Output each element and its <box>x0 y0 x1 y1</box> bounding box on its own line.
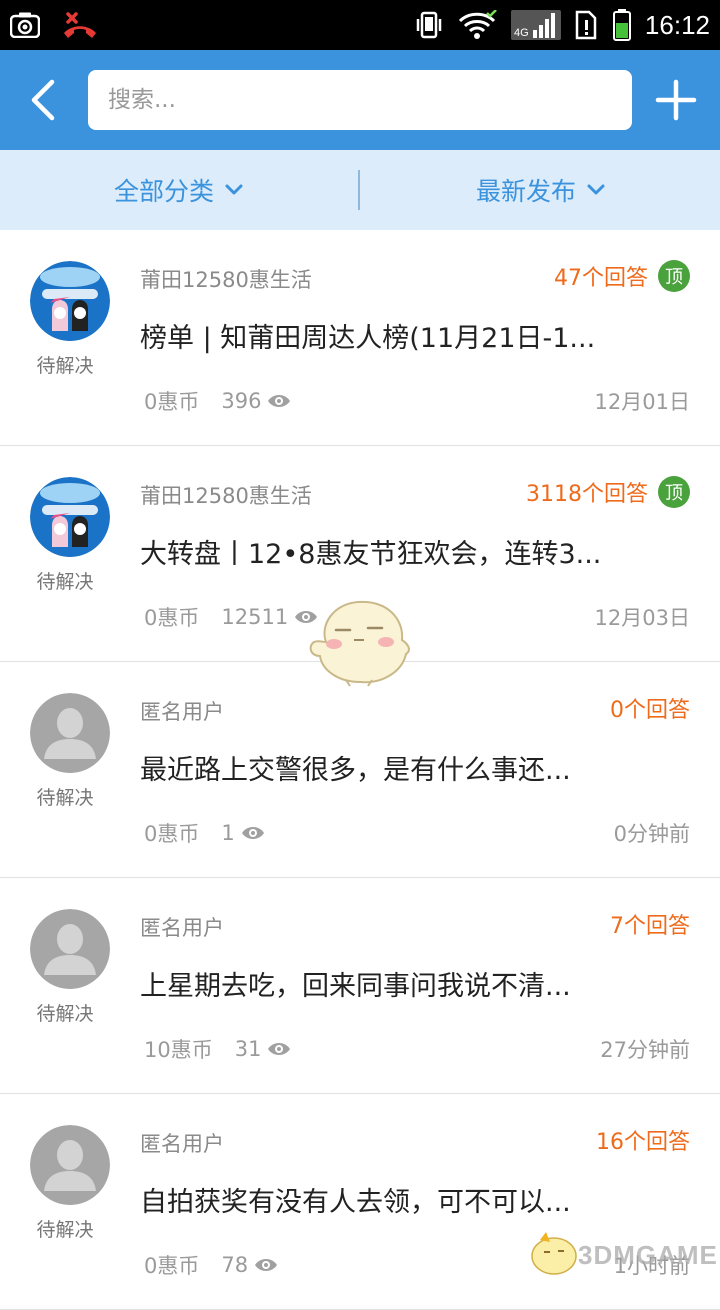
author-name[interactable]: 匿名用户 <box>140 696 224 726</box>
eye-icon <box>255 1259 278 1271</box>
anonymous-avatar[interactable] <box>30 1125 110 1205</box>
pinned-badge: 顶 <box>658 260 690 292</box>
question-meta: 0惠币 12511 <box>144 602 318 632</box>
eye-icon <box>268 395 291 407</box>
view-count: 396 <box>221 389 262 413</box>
add-button[interactable] <box>652 74 700 126</box>
question-title[interactable]: 榜单 | 知莆田周达人榜(11月21日-1... <box>140 316 660 355</box>
question-title[interactable]: 自拍获奖有没有人去领，可不可以... <box>140 1180 660 1219</box>
brand-avatar[interactable] <box>30 261 110 341</box>
filter-bar: 全部分类 最新发布 <box>0 150 720 230</box>
clock: 16:12 <box>644 9 710 40</box>
status-label: 待解决 <box>36 787 94 809</box>
answer-count: 0个回答 <box>610 698 690 723</box>
author-name[interactable]: 莆田12580惠生活 <box>140 264 312 294</box>
plus-icon <box>655 79 697 121</box>
svg-text:4G: 4G <box>514 27 529 39</box>
chevron-down-icon <box>225 184 243 195</box>
view-count: 31 <box>234 1037 262 1061</box>
chevron-down-icon <box>587 184 605 195</box>
sort-filter[interactable]: 最新发布 <box>362 150 720 230</box>
coin-reward: 10惠币 <box>144 1038 213 1062</box>
question-meta: 0惠币 78 <box>144 1250 278 1280</box>
mascot-overlay-icon <box>309 600 410 687</box>
mascot-logo-icon <box>531 1232 577 1275</box>
status-label: 待解决 <box>36 571 94 593</box>
brand-avatar[interactable] <box>30 477 110 557</box>
post-time: 12月01日 <box>594 390 690 414</box>
question-list: 待解决 莆田12580惠生活 47个回答顶榜单 | 知莆田周达人榜(11月21日-1… <box>0 230 720 1310</box>
eye-icon <box>241 827 264 839</box>
answers-group: 47个回答顶 <box>554 260 690 292</box>
question-meta: 0惠币 1 <box>144 818 265 848</box>
coin-reward: 0惠币 <box>144 822 200 846</box>
question-row[interactable]: 待解决 莆田12580惠生活 47个回答顶榜单 | 知莆田周达人榜(11月21日-1… <box>0 230 720 446</box>
anonymous-avatar[interactable] <box>30 693 110 773</box>
status-label: 待解决 <box>36 355 94 377</box>
question-meta: 0惠币 396 <box>144 386 291 416</box>
vibrate-icon <box>416 11 442 39</box>
category-filter[interactable]: 全部分类 <box>0 150 358 230</box>
anonymous-avatar[interactable] <box>30 909 110 989</box>
answers-group: 7个回答 <box>610 908 690 940</box>
author-name[interactable]: 匿名用户 <box>140 1128 224 1158</box>
answers-group: 0个回答 <box>610 692 690 724</box>
sim-alert-icon <box>575 10 597 40</box>
view-count: 78 <box>221 1253 249 1277</box>
view-count: 12511 <box>221 605 289 629</box>
sort-filter-label: 最新发布 <box>475 177 576 206</box>
signal-icon: 4G <box>510 10 561 40</box>
post-time: 27分钟前 <box>600 1038 690 1062</box>
answer-count: 3118个回答 <box>526 482 648 507</box>
post-time: 12月03日 <box>594 606 690 630</box>
question-title[interactable]: 上星期去吃，回来同事问我说不清... <box>140 964 660 1003</box>
coin-reward: 0惠币 <box>144 390 200 414</box>
back-button[interactable] <box>20 72 64 128</box>
view-count: 1 <box>221 821 235 845</box>
app-bar <box>0 50 720 150</box>
status-bar: 4G 16:12 <box>0 0 720 50</box>
question-title[interactable]: 最近路上交警很多，是有什么事还... <box>140 748 660 787</box>
author-name[interactable]: 莆田12580惠生活 <box>140 480 312 510</box>
answer-count: 16个回答 <box>596 1130 690 1155</box>
question-title[interactable]: 大转盘丨12•8惠友节狂欢会，连转3... <box>140 532 660 571</box>
coin-reward: 0惠币 <box>144 606 200 630</box>
answers-group: 16个回答 <box>596 1124 690 1156</box>
chevron-left-icon <box>31 79 55 121</box>
author-name[interactable]: 匿名用户 <box>140 912 224 942</box>
watermark-text: 3DMGAME <box>578 1240 718 1270</box>
search-input[interactable] <box>108 70 608 130</box>
watermark: 3DMGAME <box>528 1226 720 1280</box>
search-box[interactable] <box>88 70 632 130</box>
question-row[interactable]: 待解决 匿名用户 0个回答最近路上交警很多，是有什么事还... 0惠币 1 0分钟前 <box>0 662 720 878</box>
answer-count: 7个回答 <box>610 914 690 939</box>
question-meta: 10惠币 31 <box>144 1034 291 1064</box>
coin-reward: 0惠币 <box>144 1254 200 1278</box>
answers-group: 3118个回答顶 <box>526 476 690 508</box>
question-row[interactable]: 待解决 匿名用户 7个回答上星期去吃，回来同事问我说不清... 10惠币 31 27分钟前 <box>0 878 720 1094</box>
missed-call-icon <box>64 12 96 38</box>
screenshot-icon <box>10 12 40 38</box>
eye-icon <box>268 1043 291 1055</box>
wifi-icon <box>458 10 497 39</box>
pinned-badge: 顶 <box>658 476 690 508</box>
status-label: 待解决 <box>36 1003 94 1025</box>
status-label: 待解决 <box>36 1219 94 1241</box>
category-filter-label: 全部分类 <box>113 177 214 206</box>
battery-icon <box>612 9 631 41</box>
post-time: 0分钟前 <box>613 822 690 846</box>
filter-divider <box>358 170 360 210</box>
answer-count: 47个回答 <box>554 266 648 291</box>
